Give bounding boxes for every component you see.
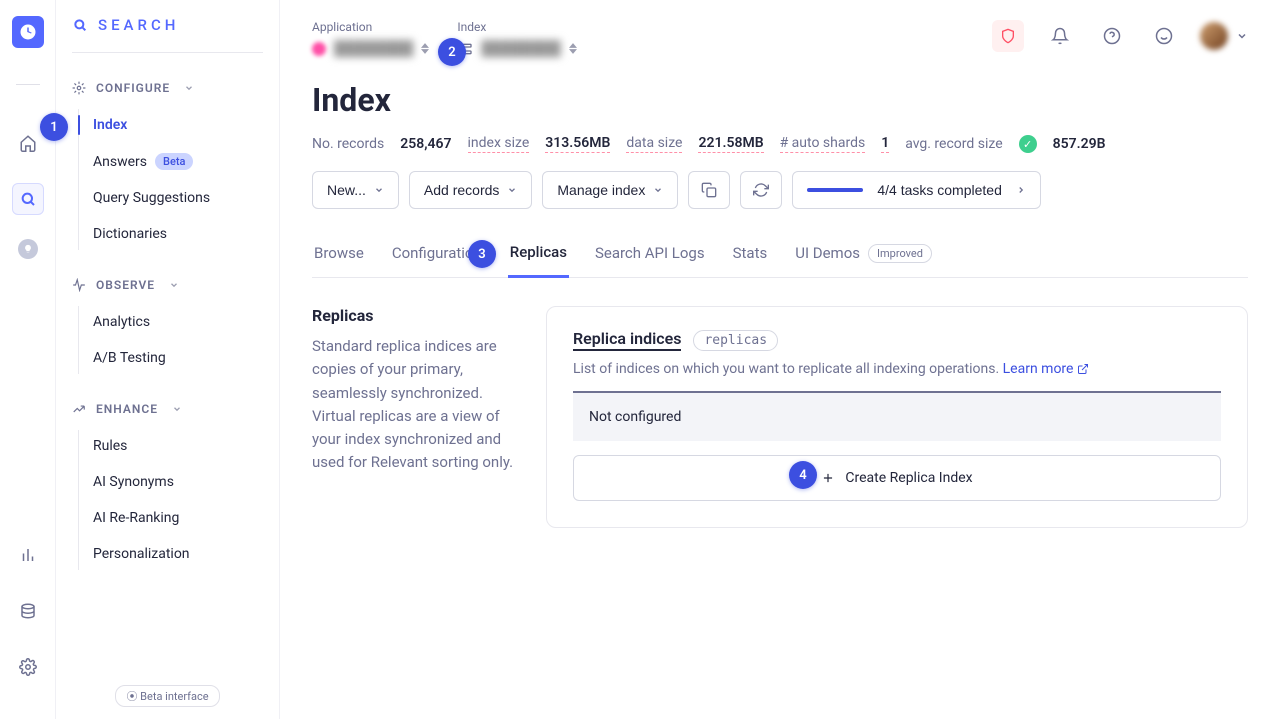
tasks-button[interactable]: 4/4 tasks completed	[792, 171, 1041, 209]
code-pill: replicas	[693, 330, 778, 351]
home-icon[interactable]	[12, 127, 44, 159]
index-selector[interactable]: Index ████████	[457, 20, 576, 57]
tab-ui-demos[interactable]: UI Demos Improved	[793, 233, 934, 277]
sidebar-brand: SEARCH	[72, 16, 263, 53]
help-bulb-icon[interactable]	[18, 239, 38, 259]
logo-icon[interactable]	[12, 16, 44, 48]
section-configure[interactable]: CONFIGURE	[72, 73, 263, 103]
copy-button[interactable]	[688, 171, 730, 209]
copy-icon	[701, 182, 717, 198]
tabs: Browse Configuration Replicas Search API…	[312, 233, 1248, 278]
new-button[interactable]: New...	[312, 171, 399, 209]
improved-badge: Improved	[868, 244, 932, 263]
beta-interface-pill[interactable]: ⦿ Beta interface	[115, 685, 219, 707]
chevron-down-icon	[1236, 30, 1248, 42]
topbar: Application ████████ 2 Index ████████	[312, 20, 1248, 57]
plus-icon	[821, 471, 835, 485]
refresh-icon	[753, 182, 769, 198]
annotation-4: 4	[789, 461, 817, 489]
replicas-side-desc: Standard replica indices are copies of y…	[312, 335, 522, 475]
learn-more-link[interactable]: Learn more	[1003, 361, 1090, 377]
nav-dictionaries[interactable]: Dictionaries	[93, 218, 263, 250]
app-color-dot	[312, 42, 326, 56]
annotation-2: 2	[438, 38, 466, 66]
progress-bar	[807, 188, 863, 192]
tab-browse[interactable]: Browse	[312, 233, 366, 277]
create-replica-button[interactable]: 4 Create Replica Index	[573, 455, 1221, 501]
tab-search-api-logs[interactable]: Search API Logs	[593, 233, 707, 277]
tab-replicas[interactable]: Replicas	[508, 233, 569, 278]
replicas-panel: Replica indices replicas List of indices…	[546, 306, 1248, 528]
nav-rules[interactable]: Rules	[93, 430, 263, 462]
not-configured-banner: Not configured	[573, 391, 1221, 441]
panel-title: Replica indices	[573, 329, 681, 351]
replicas-side-title: Replicas	[312, 306, 522, 325]
annotation-1: 1	[40, 113, 68, 141]
nav-answers[interactable]: Answers Beta	[93, 145, 263, 178]
page-title: Index	[312, 81, 1248, 119]
section-observe[interactable]: OBSERVE	[72, 270, 263, 300]
user-menu[interactable]	[1200, 22, 1248, 50]
shield-icon[interactable]	[992, 20, 1024, 52]
nav-analytics[interactable]: Analytics	[93, 306, 263, 338]
nav-query-suggestions[interactable]: Query Suggestions	[93, 182, 263, 214]
nav-personalization[interactable]: Personalization	[93, 538, 263, 570]
smile-icon[interactable]	[1148, 20, 1180, 52]
sidebar: SEARCH CONFIGURE Index Answers Beta Quer…	[56, 0, 280, 719]
stats-row: No. records 258,467 index size 313.56MB …	[312, 135, 1248, 153]
annotation-3: 3	[468, 240, 496, 268]
avatar	[1200, 22, 1228, 50]
main-content: Application ████████ 2 Index ████████	[280, 0, 1280, 719]
refresh-button[interactable]	[740, 171, 782, 209]
app-selector[interactable]: Application ████████ 2	[312, 20, 429, 57]
check-icon: ✓	[1019, 135, 1037, 153]
beta-badge: Beta	[155, 153, 193, 170]
nav-index[interactable]: Index	[93, 109, 263, 141]
add-records-button[interactable]: Add records	[409, 171, 532, 209]
help-icon[interactable]	[1096, 20, 1128, 52]
database-rail-icon[interactable]	[12, 595, 44, 627]
nav-ai-reranking[interactable]: AI Re-Ranking	[93, 502, 263, 534]
manage-index-button[interactable]: Manage index	[542, 171, 678, 209]
settings-rail-icon[interactable]	[12, 651, 44, 683]
tab-stats[interactable]: Stats	[731, 233, 770, 277]
bell-icon[interactable]	[1044, 20, 1076, 52]
external-link-icon	[1077, 363, 1089, 375]
section-enhance[interactable]: ENHANCE	[72, 394, 263, 424]
sort-icon	[421, 43, 429, 54]
sort-icon	[569, 43, 577, 54]
nav-ab-testing[interactable]: A/B Testing	[93, 342, 263, 374]
search-rail-icon[interactable]	[12, 183, 44, 215]
nav-ai-synonyms[interactable]: AI Synonyms	[93, 466, 263, 498]
nav-rail	[0, 0, 56, 719]
analytics-rail-icon[interactable]	[12, 539, 44, 571]
